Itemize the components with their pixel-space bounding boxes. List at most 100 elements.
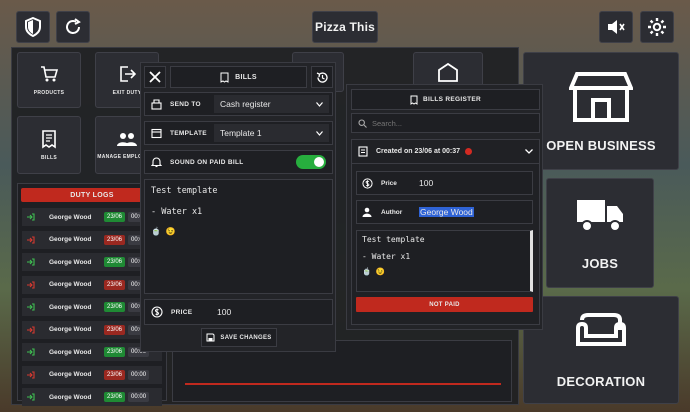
decoration-label: DECORATION	[556, 373, 646, 389]
bills-panel: BILLS SEND TO Cash register TEMPLATE Tem…	[140, 62, 336, 352]
duty-log-date: 23/06	[104, 392, 126, 402]
close-icon	[149, 71, 161, 83]
duty-log-name: George Wood	[49, 348, 92, 356]
send-to-row: SEND TO Cash register	[144, 92, 333, 116]
search-input[interactable]	[372, 118, 532, 128]
speaker-icon	[608, 20, 625, 34]
price-label: PRICE	[171, 308, 193, 316]
price-value: 100	[217, 307, 232, 317]
template-row: TEMPLATE Template 1	[144, 121, 333, 145]
bill-price-label: Price	[381, 179, 397, 187]
dollar-icon	[151, 306, 163, 318]
duty-log-name: George Wood	[49, 393, 92, 401]
sofa-icon	[576, 312, 626, 346]
send-to-select[interactable]: Cash register	[214, 95, 329, 113]
bill-body-textarea[interactable]: Test template - Water x1 🍵 😉	[144, 179, 333, 294]
bill-created-text: Created on 23/06 at 00:37	[376, 148, 461, 155]
duty-log-date: 23/06	[104, 279, 126, 290]
exit-icon	[120, 66, 137, 82]
login-icon	[27, 258, 35, 266]
template-value: Template 1	[220, 128, 262, 138]
chevron-down-icon	[316, 130, 323, 136]
duty-log-date: 23/06	[104, 212, 126, 222]
bill-card-header[interactable]: Created on 23/06 at 00:37	[352, 140, 539, 164]
bill-body-line-2: - Water x1	[362, 251, 411, 261]
products-label: PRODUCTS	[33, 90, 65, 96]
settings-button[interactable]	[640, 11, 674, 43]
products-tile[interactable]: PRODUCTS	[17, 52, 81, 108]
unpaid-status-dot	[465, 148, 473, 155]
volume-button[interactable]	[599, 11, 633, 43]
template-icon	[151, 128, 162, 138]
duty-log-row: George Wood 23/06 00:00	[22, 365, 162, 384]
search-icon	[358, 118, 367, 128]
sound-toggle[interactable]	[296, 155, 326, 169]
login-icon	[27, 325, 35, 334]
refresh-icon	[66, 18, 81, 34]
duty-log-row: George Wood 23/06 00:00	[22, 388, 162, 406]
bills-tile[interactable]: BILLS	[17, 116, 81, 174]
open-business-tile[interactable]: OPEN BUSINESS	[523, 52, 679, 170]
chevron-down-icon[interactable]	[525, 149, 533, 154]
send-to-value: Cash register	[220, 99, 271, 109]
bill-body-emoji: 🍵 😉	[362, 266, 386, 276]
duty-log-name: George Wood	[49, 281, 92, 288]
close-button[interactable]	[144, 66, 166, 88]
register-title-bar: BILLS REGISTER	[351, 89, 540, 110]
dollar-icon	[362, 177, 373, 189]
app-title-text: Pizza This	[314, 20, 375, 34]
login-icon	[27, 303, 35, 311]
register-title: BILLS REGISTER	[422, 96, 481, 103]
bill-body: Test template - Water x1 🍵 😉	[356, 230, 533, 292]
bill-author-label: Author	[381, 208, 403, 216]
bill-author-row: Author George Wood	[356, 200, 533, 224]
jobs-tile[interactable]: JOBS	[546, 178, 654, 288]
duty-logs-title: DUTY LOGS	[70, 191, 114, 199]
send-to-label: SEND TO	[170, 100, 201, 108]
duty-log-name: George Wood	[49, 258, 92, 266]
receipt-icon	[42, 130, 56, 149]
shield-button[interactable]	[16, 11, 50, 43]
duty-log-name: George Wood	[49, 371, 92, 378]
duty-log-date: 23/06	[104, 369, 126, 380]
users-icon	[117, 133, 137, 146]
history-button[interactable]	[311, 66, 333, 88]
receipt-icon	[410, 95, 418, 105]
duty-log-date: 23/06	[104, 302, 126, 312]
receipt-icon	[358, 146, 368, 157]
not-paid-button[interactable]: NOT PAID	[356, 297, 533, 312]
decoration-tile[interactable]: DECORATION	[523, 296, 679, 404]
bill-author-value[interactable]: George Wood	[419, 207, 474, 217]
history-icon	[316, 71, 328, 83]
chart-baseline	[185, 383, 501, 385]
store-icon	[569, 71, 633, 122]
bills-title: BILLS	[235, 73, 257, 81]
register-search[interactable]	[351, 113, 540, 133]
exit-label: EXIT DUTY	[112, 90, 142, 96]
chevron-down-icon	[316, 101, 323, 107]
price-row: PRICE 100	[144, 299, 333, 325]
save-changes-button[interactable]: SAVE CHANGES	[201, 328, 277, 347]
sound-row: SOUND ON PAID BILL	[144, 150, 333, 174]
bill-price-row: Price 100	[356, 171, 533, 195]
shield-icon	[25, 17, 41, 37]
save-label: SAVE CHANGES	[220, 334, 272, 341]
cart-icon	[41, 66, 59, 82]
duty-log-name: George Wood	[49, 326, 92, 333]
price-input[interactable]: 100	[211, 302, 329, 322]
save-icon	[206, 333, 215, 342]
bills-tile-label: BILLS	[41, 155, 57, 161]
login-icon	[27, 280, 35, 289]
duty-log-time: 00:00	[128, 369, 150, 380]
template-select[interactable]: Template 1	[214, 124, 329, 142]
refresh-button[interactable]	[56, 11, 90, 43]
body-emoji: 🍵 😉	[151, 226, 176, 236]
duty-log-date: 23/06	[104, 257, 126, 267]
duty-log-name: George Wood	[49, 213, 92, 221]
bills-title-bar: BILLS	[170, 66, 307, 88]
login-icon	[27, 370, 35, 379]
login-icon	[27, 348, 35, 356]
sound-label: SOUND ON PAID BILL	[170, 158, 244, 166]
duty-log-date: 23/06	[104, 347, 126, 357]
duty-log-name: George Wood	[49, 236, 92, 243]
